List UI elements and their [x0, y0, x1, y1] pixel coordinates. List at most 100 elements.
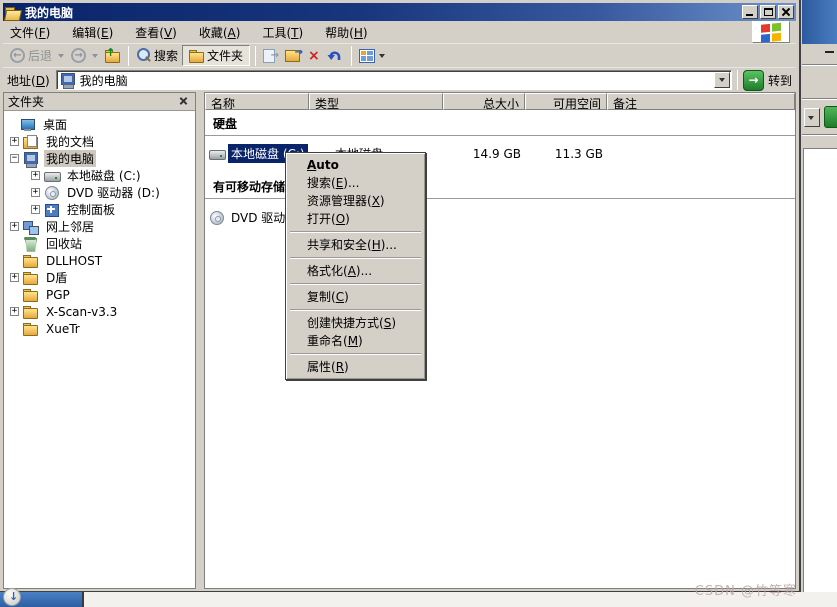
back-icon [10, 48, 25, 63]
tree-item-dllhost[interactable]: DLLHOST [4, 252, 195, 269]
menu-file[interactable]: 文件(F) [3, 22, 57, 43]
expand-toggle[interactable]: + [31, 171, 40, 180]
tree-item-label: D盾 [44, 269, 69, 286]
forward-button[interactable] [68, 47, 89, 64]
context-menu-item-sharing-security[interactable]: 共享和安全(H)... [288, 236, 423, 254]
background-window-titlebar [802, 0, 837, 44]
context-menu-item-format[interactable]: 格式化(A)... [288, 262, 423, 280]
column-header-total-size[interactable]: 总大小 [443, 93, 525, 110]
tree-item-dvd-drive-d[interactable]: +DVD 驱动器 (D:) [4, 184, 195, 201]
toolbar-separator [351, 46, 352, 66]
maximize-button[interactable] [760, 5, 776, 19]
delete-button[interactable] [305, 48, 323, 64]
column-header-name[interactable]: 名称 [205, 93, 309, 110]
context-menu-item-rename[interactable]: 重命名(M) [288, 332, 423, 350]
undo-button[interactable] [324, 47, 346, 65]
menu-help[interactable]: 帮助(H) [318, 22, 374, 43]
my-computer-icon [60, 72, 76, 88]
views-icon [359, 49, 375, 63]
delete-icon [308, 49, 320, 63]
chevron-down-icon [808, 116, 814, 120]
tree-item-xscan[interactable]: + X-Scan-v3.3 [4, 303, 195, 320]
undo-icon [327, 48, 343, 64]
address-input[interactable]: 我的电脑 [56, 70, 732, 90]
menu-separator [290, 257, 421, 259]
menu-tools[interactable]: 工具(T) [255, 22, 310, 43]
close-button[interactable] [778, 5, 794, 19]
tree-item-label: 我的电脑 [44, 150, 96, 167]
tree-item-xuetr[interactable]: XueTr [4, 320, 195, 337]
watermark: CSDN @竹等寒 [695, 580, 797, 599]
desktop-screen: 我的电脑 文件(F) 编辑(E) 查看(V) 收藏(A) 工具(T) 帮助(H) [0, 0, 837, 607]
titlebar[interactable]: 我的电脑 [3, 3, 796, 21]
panel-splitter[interactable] [196, 92, 204, 589]
context-menu-item-create-shortcut[interactable]: 创建快捷方式(S) [288, 314, 423, 332]
tree-item-label: 本地磁盘 (C:) [65, 167, 143, 184]
tree-item-desktop[interactable]: 桌面 [4, 116, 195, 133]
go-label: 转到 [768, 72, 792, 89]
toolbar-separator [128, 46, 129, 66]
folders-button[interactable]: 文件夹 [182, 45, 250, 66]
expand-toggle[interactable]: + [10, 137, 19, 146]
folders-panel-header: 文件夹 [4, 93, 195, 111]
background-go-button[interactable] [824, 106, 837, 128]
tree-item-local-disk-c[interactable]: + 本地磁盘 (C:) [4, 167, 195, 184]
menu-separator [290, 283, 421, 285]
folders-icon [189, 50, 204, 62]
go-button[interactable] [743, 70, 764, 91]
folder-tree: 桌面 +我的文档 −我的电脑 +本地磁盘 (C:) +DVD 驱动器 (D:) … [4, 111, 195, 588]
background-address-dropdown[interactable] [804, 108, 820, 127]
expand-toggle[interactable]: + [10, 273, 19, 282]
menu-edit[interactable]: 编辑(E) [65, 22, 120, 43]
views-button[interactable] [356, 48, 392, 64]
start-orb-icon[interactable] [3, 588, 21, 606]
up-button[interactable] [102, 49, 123, 63]
minimize-button[interactable] [742, 5, 758, 19]
expand-toggle [10, 324, 19, 333]
context-menu-item-search[interactable]: 搜索(E)... [288, 174, 423, 192]
tree-item-my-computer[interactable]: − 我的电脑 [4, 150, 195, 167]
context-menu-item-open[interactable]: 打开(O) [288, 210, 423, 228]
file-free-space: 11.3 GB [525, 147, 607, 161]
context-menu-item-properties[interactable]: 属性(R) [288, 358, 423, 376]
column-header-type[interactable]: 类型 [309, 93, 443, 110]
folder-icon [23, 253, 39, 269]
column-header-free-space[interactable]: 可用空间 [525, 93, 607, 110]
tree-item-recycle-bin[interactable]: 回收站 [4, 235, 195, 252]
move-to-button[interactable] [260, 48, 281, 64]
menu-favorites[interactable]: 收藏(A) [192, 22, 248, 43]
expand-toggle[interactable]: + [10, 307, 19, 316]
address-dropdown-button[interactable] [714, 72, 730, 88]
context-menu-item-auto[interactable]: Auto [288, 156, 423, 174]
background-minimize-icon[interactable] [825, 51, 834, 53]
menu-separator [290, 231, 421, 233]
back-button[interactable]: 后退 [7, 46, 55, 65]
address-label: 地址(D) [7, 72, 50, 89]
folders-panel: 文件夹 桌面 +我的文档 − 我的电脑 + 本地磁盘 (C:) +DVD 驱动器 (… [3, 92, 196, 589]
tree-item-my-documents[interactable]: +我的文档 [4, 133, 195, 150]
address-bar: 地址(D) 我的电脑 转到 [3, 68, 796, 92]
expand-toggle[interactable]: + [31, 205, 40, 214]
search-button[interactable]: 搜索 [133, 46, 181, 65]
desktop-icon [20, 117, 36, 133]
expand-toggle[interactable]: + [31, 188, 40, 197]
context-menu-item-copy[interactable]: 复制(C) [288, 288, 423, 306]
tree-item-pgp[interactable]: PGP [4, 286, 195, 303]
tree-item-network-places[interactable]: +网上邻居 [4, 218, 195, 235]
menu-bar: 文件(F) 编辑(E) 查看(V) 收藏(A) 工具(T) 帮助(H) [3, 21, 796, 44]
tree-item-control-panel[interactable]: +控制面板 [4, 201, 195, 218]
copy-to-button[interactable] [282, 48, 304, 63]
tree-item-label: X-Scan-v3.3 [44, 305, 119, 319]
tree-item-dshield[interactable]: + D盾 [4, 269, 195, 286]
tree-item-label: PGP [44, 288, 72, 302]
context-menu-item-explorer[interactable]: 资源管理器(X) [288, 192, 423, 210]
cd-drive-icon [209, 210, 225, 226]
back-dropdown-icon[interactable] [58, 54, 64, 58]
column-header-comments[interactable]: 备注 [607, 93, 795, 110]
close-folders-panel-button[interactable] [177, 95, 191, 108]
forward-dropdown-icon[interactable] [92, 54, 98, 58]
menu-view[interactable]: 查看(V) [128, 22, 184, 43]
windows-logo-panel [752, 21, 790, 43]
expand-toggle[interactable]: − [10, 154, 19, 163]
expand-toggle[interactable]: + [10, 222, 19, 231]
